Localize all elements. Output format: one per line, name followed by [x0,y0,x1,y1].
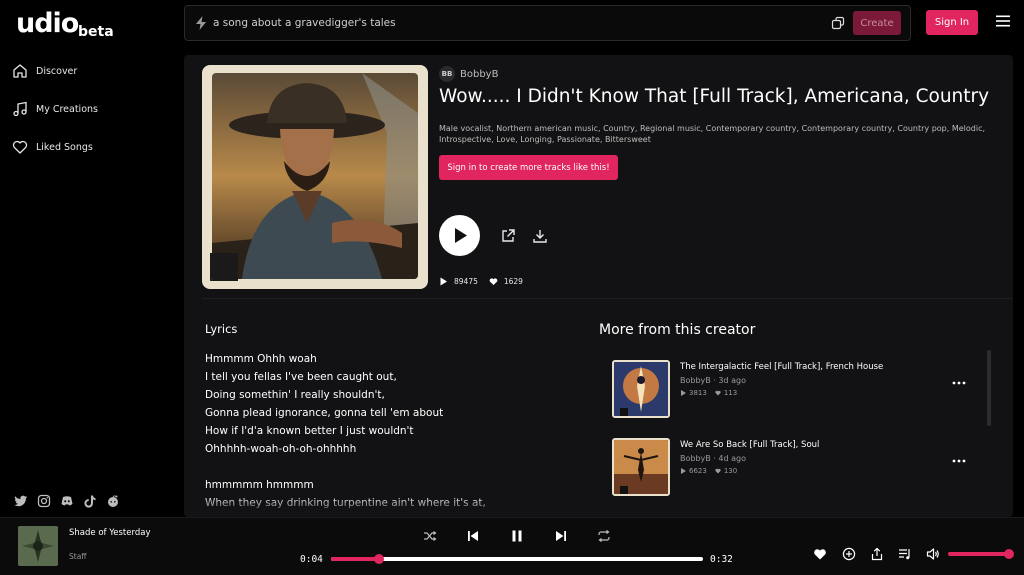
sidebar-item-label: My Creations [36,103,98,115]
logo-beta-tag: beta [78,24,114,40]
like-icon[interactable] [813,547,827,561]
add-to-playlist-icon[interactable] [842,547,856,561]
play-count-icon [440,277,447,286]
create-button[interactable]: Create [853,11,901,35]
more-options-icon[interactable] [952,454,966,468]
song-stats: 89475 1629 [439,277,534,286]
related-track-cover [612,438,670,496]
next-track-icon[interactable] [554,529,568,543]
progress-slider[interactable] [331,554,703,564]
elapsed-time: 0:04 [300,554,323,565]
volume-icon[interactable] [926,547,940,561]
song-tags: Male vocalist, Northern american music, … [439,124,986,144]
like-count-icon [715,468,721,474]
like-count-icon [715,390,721,396]
tiktok-icon[interactable] [83,494,97,508]
related-track-title: We Are So Back [Full Track], Soul [680,440,820,450]
sign-in-button[interactable]: Sign In [926,10,978,35]
music-note-icon [13,101,27,117]
related-track-stats: 6623 130 [680,467,737,475]
random-prompt-icon[interactable] [831,16,845,30]
udio-corner-mark [210,253,238,281]
social-links [14,494,120,508]
cover-art-image [212,73,418,279]
play-button[interactable] [439,215,480,256]
sidebar-item-my-creations[interactable]: My Creations [12,98,98,120]
lyrics-heading: Lyrics [205,322,238,336]
play-count-icon [681,390,686,396]
volume-slider[interactable] [948,549,1014,559]
sidebar-item-label: Liked Songs [36,141,93,153]
lyrics-fade [184,495,584,517]
player-bar: Shade of Yesterday Staff 0:04 0:32 [0,517,1024,575]
related-track-stats: 3813 113 [680,389,737,397]
queue-icon[interactable] [898,547,912,561]
song-panel: BB BobbyB Wow..... I Didn't Know That [F… [184,55,1013,517]
repeat-icon[interactable] [597,529,611,543]
play-count: 89475 [454,277,478,286]
lightning-icon [196,16,206,30]
related-track-title: The Intergalactic Feel [Full Track], Fre… [680,362,884,372]
sidebar-item-liked-songs[interactable]: Liked Songs [12,136,93,158]
sidebar-item-discover[interactable]: Discover [12,60,77,82]
sign-in-create-button[interactable]: Sign in to create more tracks like this! [439,155,618,180]
hamburger-menu-icon[interactable] [996,15,1010,27]
progress-fill [331,557,380,561]
pause-icon[interactable] [510,529,524,543]
share-icon[interactable] [870,547,884,561]
previous-track-icon[interactable] [466,529,480,543]
more-from-creator-heading: More from this creator [599,322,756,338]
related-track-meta: BobbyB · 3d ago [680,376,746,385]
progress-handle[interactable] [374,554,385,564]
related-track-plays: 6623 [689,467,707,475]
prompt-bar: Create [184,5,911,41]
song-title: Wow..... I Didn't Know That [Full Track]… [439,86,990,107]
now-playing-cover[interactable] [18,526,58,566]
like-count-icon [489,278,498,285]
heart-icon [12,140,28,154]
more-options-icon[interactable] [952,376,966,390]
lyrics-text: Hmmmm Ohhh woah I tell you fellas I've b… [205,353,486,509]
prompt-input[interactable] [213,13,813,33]
artist-name: BobbyB [460,68,499,80]
related-track-plays: 3813 [689,389,707,397]
related-track-likes: 113 [723,389,738,397]
reddit-icon[interactable] [106,494,120,508]
home-icon [13,64,27,78]
related-track[interactable]: The Intergalactic Feel [Full Track], Fre… [612,360,972,420]
discord-icon[interactable] [60,494,74,508]
total-duration: 0:32 [710,554,733,565]
related-track[interactable]: We Are So Back [Full Track], Soul BobbyB… [612,438,972,498]
download-icon[interactable] [532,228,548,244]
like-count: 1629 [503,277,523,286]
section-divider [202,298,1013,299]
play-icon [455,228,467,243]
twitter-icon[interactable] [14,494,28,508]
related-track-cover [612,360,670,418]
share-icon[interactable] [500,228,516,244]
logo-wordmark: udio [16,8,79,39]
song-cover [202,65,428,289]
now-playing-title[interactable]: Shade of Yesterday [69,528,150,538]
related-list-scrollbar[interactable] [987,350,991,426]
related-track-meta: BobbyB · 4d ago [680,454,746,463]
related-track-likes: 130 [723,467,738,475]
play-count-icon [681,468,686,474]
avatar: BB [439,66,455,82]
artist-link[interactable]: BB BobbyB [439,66,498,82]
shuffle-icon[interactable] [423,529,437,543]
now-playing-artist[interactable]: Staff [69,552,86,561]
sidebar-item-label: Discover [36,65,78,77]
instagram-icon[interactable] [37,494,51,508]
volume-handle[interactable] [1003,549,1014,559]
udio-logo[interactable]: udio beta [16,8,126,44]
